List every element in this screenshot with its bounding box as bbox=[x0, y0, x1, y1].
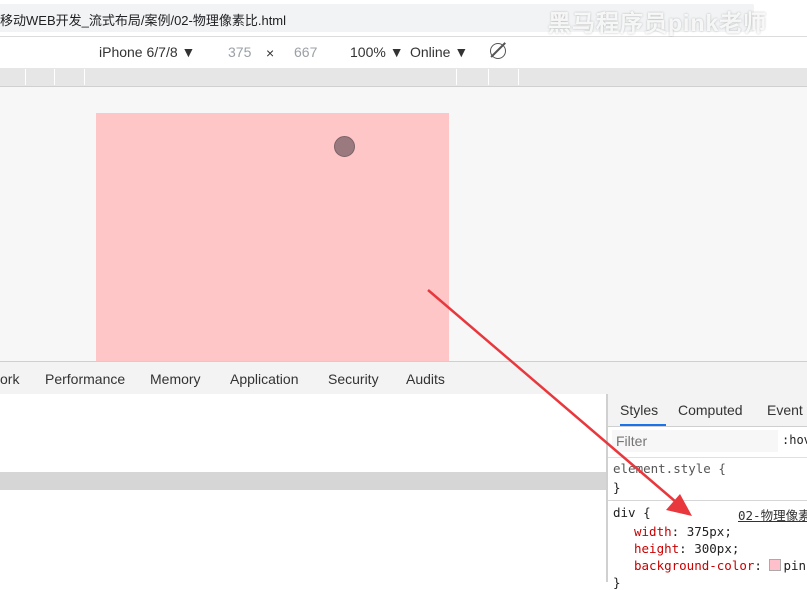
dimension-times: × bbox=[266, 45, 275, 61]
tab-memory[interactable]: Memory bbox=[150, 371, 201, 387]
url-text: 移动WEB开发_流式布局/案例/02-物理像素比.html bbox=[0, 13, 287, 28]
property-value: 300px; bbox=[694, 541, 740, 556]
hover-state-toggle[interactable]: :hov bbox=[782, 433, 807, 447]
ruler-segment bbox=[54, 69, 55, 85]
device-toolbar: iPhone 6/7/8 ▼ 375 × 667 100% ▼ Online ▼ bbox=[0, 37, 807, 67]
rotate-icon[interactable] bbox=[490, 43, 506, 59]
ruler-segment bbox=[456, 69, 457, 85]
property-value: pin bbox=[783, 558, 807, 573]
ruler-segment bbox=[518, 69, 519, 85]
rule-selector: div { bbox=[613, 505, 651, 520]
tab-network[interactable]: ork bbox=[0, 371, 19, 387]
rule-close: } bbox=[613, 575, 621, 590]
color-swatch-icon[interactable] bbox=[769, 559, 782, 571]
tab-application[interactable]: Application bbox=[230, 371, 299, 387]
preview-div[interactable] bbox=[96, 113, 449, 361]
tab-event-listeners[interactable]: Event L bbox=[767, 402, 807, 418]
device-height-input[interactable]: 667 bbox=[294, 44, 317, 60]
tab-audits[interactable]: Audits bbox=[406, 371, 445, 387]
property-value: 375px; bbox=[686, 524, 732, 539]
throttle-select[interactable]: Online ▼ bbox=[410, 44, 468, 60]
declaration-background-color[interactable]: background-color: pin bbox=[634, 558, 806, 573]
tab-security[interactable]: Security bbox=[328, 371, 379, 387]
zoom-select[interactable]: 100% ▼ bbox=[350, 44, 404, 60]
declaration-width[interactable]: width: 375px; bbox=[634, 524, 732, 539]
device-width-input[interactable]: 375 bbox=[228, 44, 251, 60]
watermark: 黑马程序员pink老师 bbox=[548, 10, 768, 36]
ruler-segment bbox=[25, 69, 26, 85]
element-style-selector: element.style { bbox=[613, 461, 726, 476]
rule-source-link[interactable]: 02-物理像素 bbox=[738, 505, 807, 524]
pane-scrollbar[interactable] bbox=[0, 472, 606, 490]
tab-performance[interactable]: Performance bbox=[45, 371, 125, 387]
media-query-ruler[interactable] bbox=[0, 68, 807, 87]
device-select[interactable]: iPhone 6/7/8 ▼ bbox=[99, 44, 195, 60]
ruler-segment bbox=[84, 69, 85, 85]
arrow-head bbox=[666, 494, 692, 516]
property-name: height bbox=[634, 541, 680, 556]
touch-cursor-icon bbox=[334, 136, 355, 157]
declaration-height[interactable]: height: 300px; bbox=[634, 541, 739, 556]
devtools-tab-bar: ork Performance Memory Application Secur… bbox=[0, 361, 807, 395]
tab-styles[interactable]: Styles bbox=[620, 402, 658, 418]
tab-computed[interactable]: Computed bbox=[678, 402, 743, 418]
element-style-close: } bbox=[613, 480, 621, 495]
ruler-segment bbox=[488, 69, 489, 85]
property-name: width bbox=[634, 524, 672, 539]
styles-filter-input[interactable] bbox=[612, 430, 778, 452]
property-name: background-color bbox=[634, 558, 755, 573]
styles-tab-bar: Styles Computed Event L bbox=[608, 394, 807, 427]
rule-separator bbox=[608, 500, 807, 501]
active-tab-indicator bbox=[620, 424, 666, 426]
